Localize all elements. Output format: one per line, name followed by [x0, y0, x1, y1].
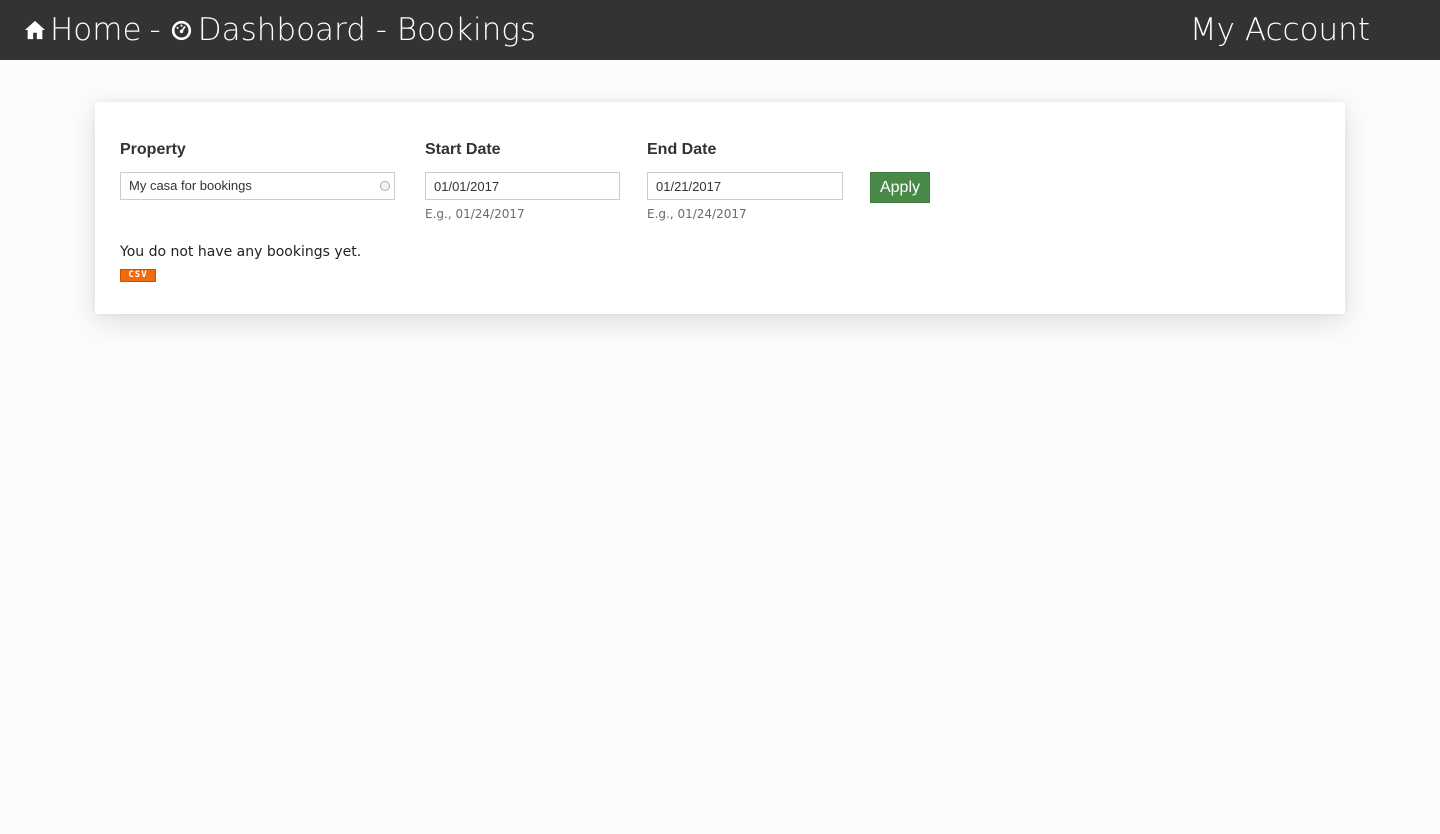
start-date-input[interactable] [425, 172, 620, 200]
home-link[interactable]: Home [24, 12, 142, 48]
breadcrumb-separator: - [149, 12, 161, 48]
end-date-hint: E.g., 01/24/2017 [647, 207, 747, 221]
property-label: Property [120, 141, 186, 158]
no-bookings-message: You do not have any bookings yet. [120, 244, 362, 260]
select-dropdown-icon [380, 181, 390, 191]
my-account-link[interactable]: My Account [1190, 10, 1370, 50]
start-date-label: Start Date [425, 141, 501, 158]
csv-export-button[interactable]: CSV [120, 269, 156, 282]
end-date-label: End Date [647, 141, 717, 158]
property-selected-value: My casa for bookings [129, 178, 252, 193]
start-date-hint: E.g., 01/24/2017 [425, 207, 525, 221]
bookings-card: Property My casa for bookings Start Date… [95, 102, 1345, 314]
top-nav-bar: Home - Dashboard - Bookings My Account [0, 0, 1440, 60]
dashboard-gauge-icon [171, 20, 191, 40]
home-label: Home [50, 12, 142, 48]
dashboard-link[interactable]: Dashboard - Bookings [171, 12, 536, 48]
apply-button[interactable]: Apply [870, 172, 930, 203]
property-select[interactable]: My casa for bookings [120, 172, 395, 200]
breadcrumb: Home - Dashboard - Bookings [24, 10, 536, 50]
end-date-input[interactable] [647, 172, 843, 200]
home-icon [24, 20, 46, 40]
dashboard-label: Dashboard - Bookings [197, 12, 537, 48]
